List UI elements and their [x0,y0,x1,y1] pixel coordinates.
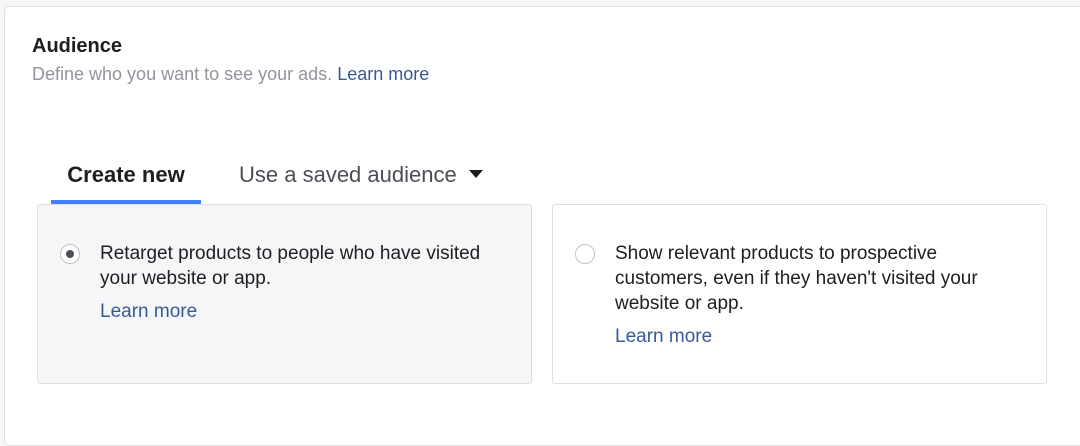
option-prospective-text: Show relevant products to prospective cu… [615,241,1025,349]
tab-saved-audience-label: Use a saved audience [239,162,457,187]
tab-use-saved-audience[interactable]: Use a saved audience [239,152,483,204]
option-prospective-description: Show relevant products to prospective cu… [615,243,978,314]
radio-unchecked-icon[interactable] [575,244,595,264]
section-subtitle: Define who you want to see your ads. Lea… [32,64,429,85]
radio-checked-icon[interactable] [60,244,80,264]
option-card-prospective[interactable]: Show relevant products to prospective cu… [552,204,1047,384]
caret-down-icon [468,170,483,179]
tab-create-new-label: Create new [67,162,185,187]
option-prospective-learn-more-link[interactable]: Learn more [615,324,1025,349]
option-retarget-description: Retarget products to people who have vis… [100,243,481,289]
tab-create-new[interactable]: Create new [51,152,201,204]
option-retarget-text: Retarget products to people who have vis… [100,241,510,324]
option-retarget-learn-more-link[interactable]: Learn more [100,299,510,324]
learn-more-link[interactable]: Learn more [337,64,429,84]
option-card-retarget[interactable]: Retarget products to people who have vis… [37,204,532,384]
section-title: Audience [32,35,123,57]
subtitle-text: Define who you want to see your ads. [32,64,333,84]
